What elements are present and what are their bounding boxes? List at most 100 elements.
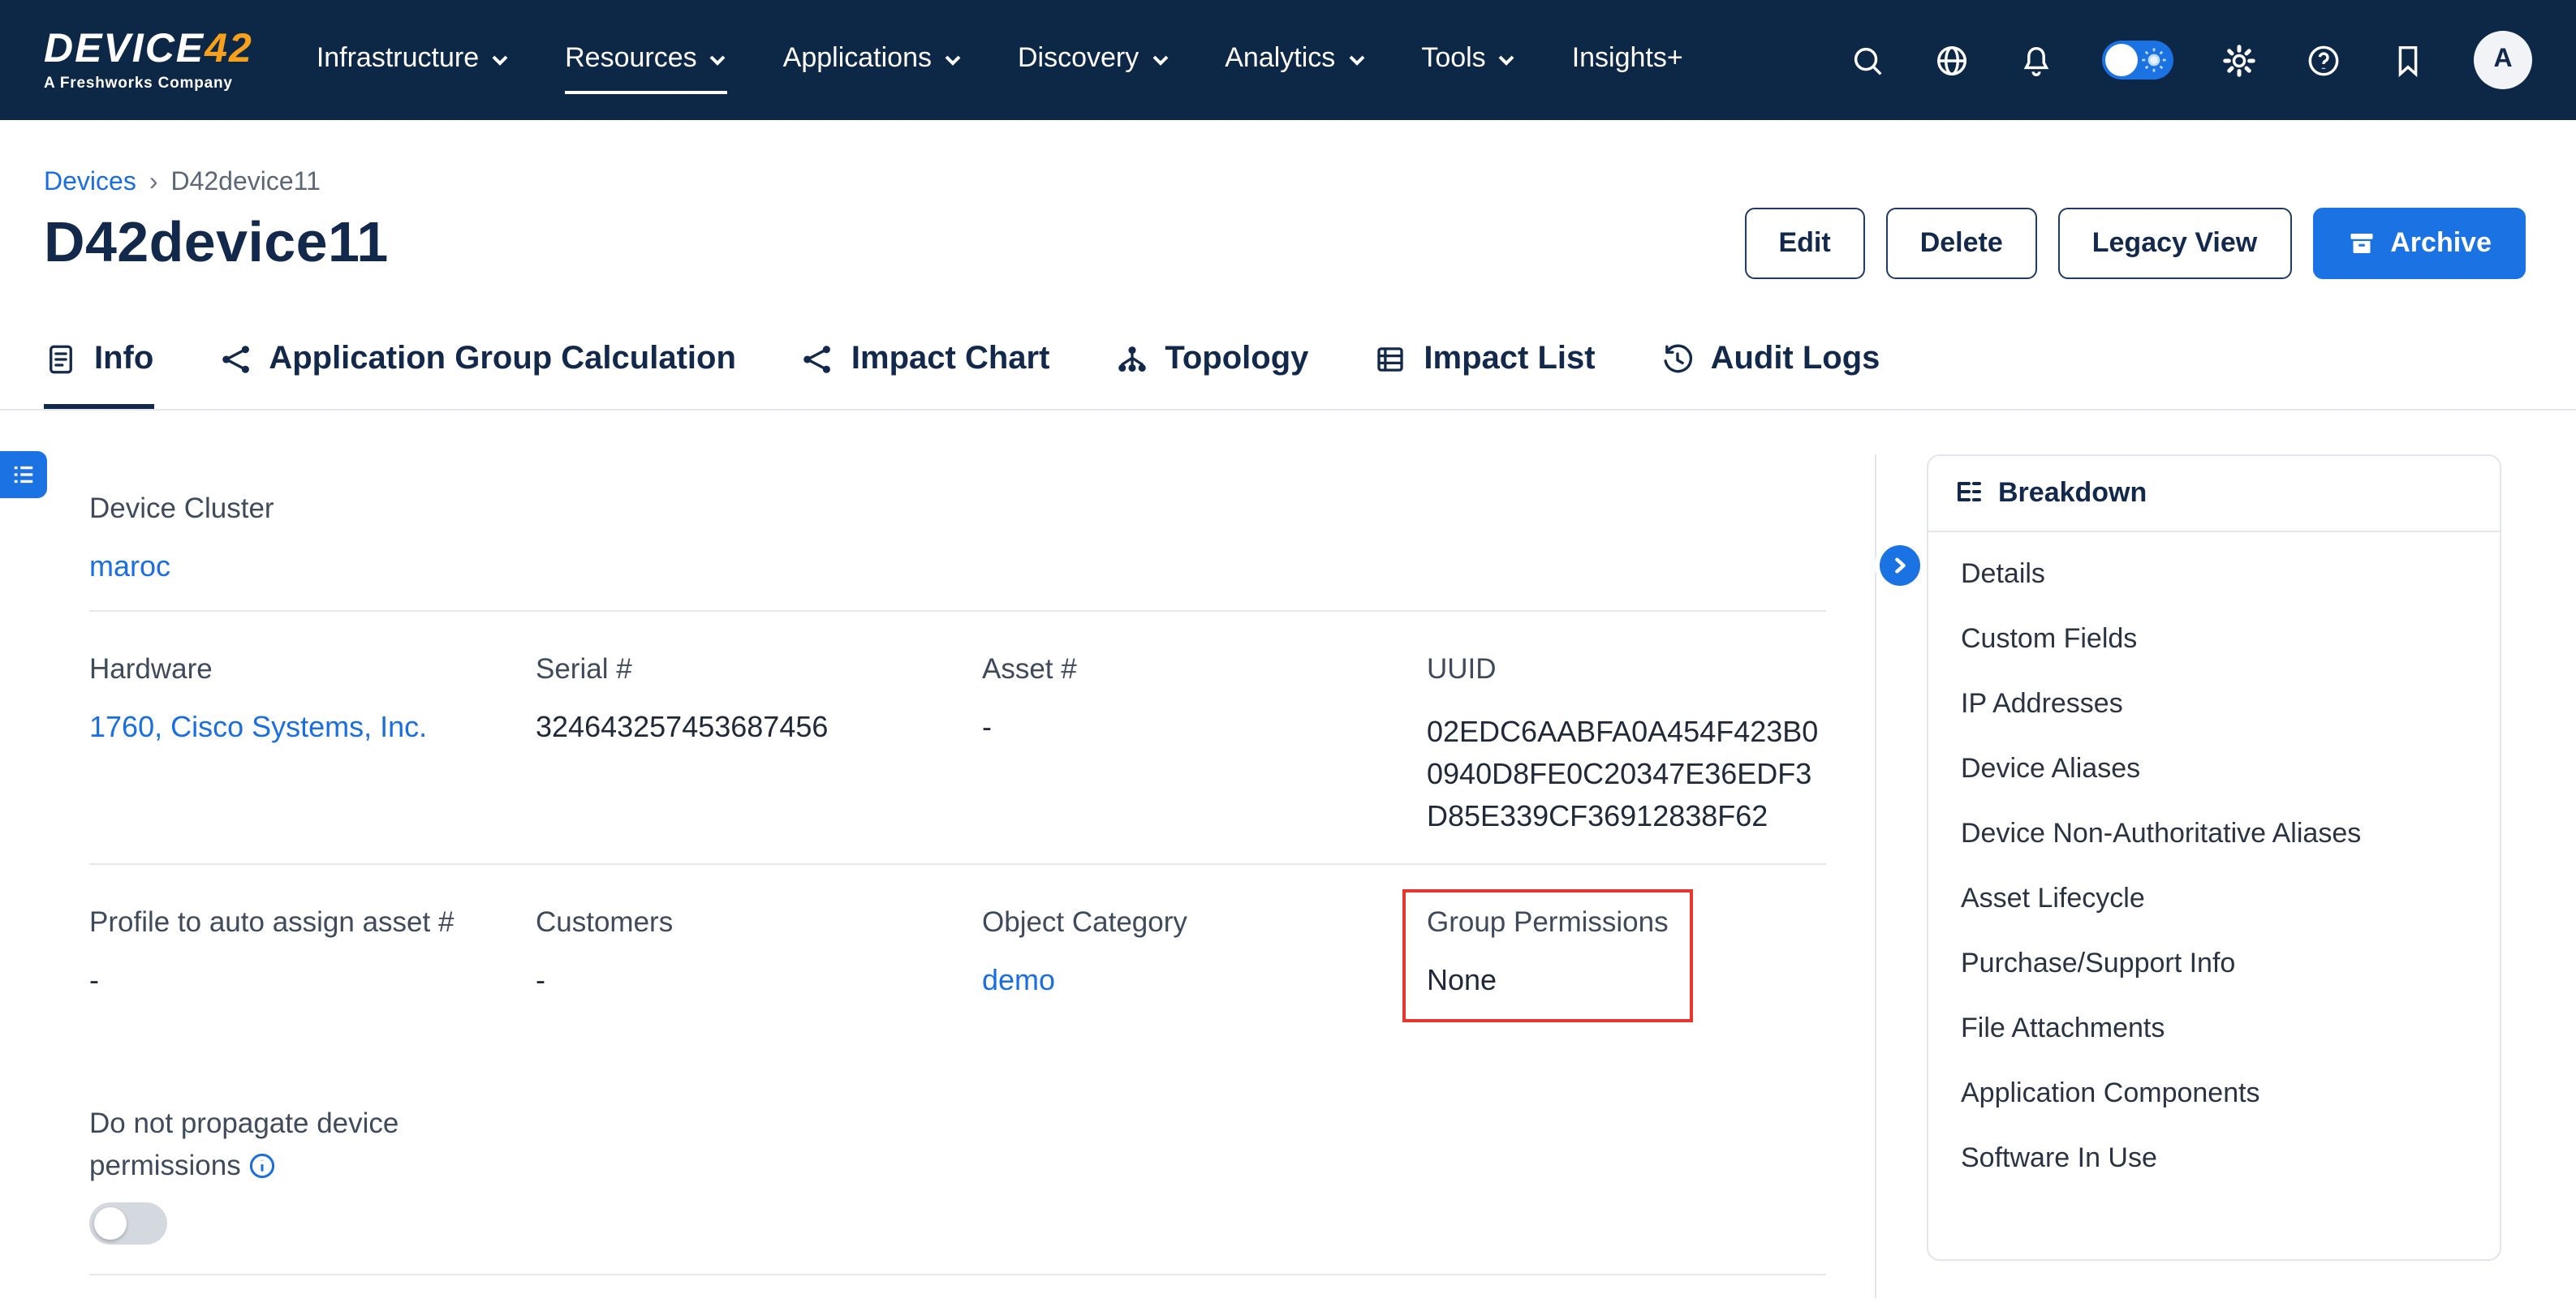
sitemap-icon (1114, 342, 1148, 376)
delete-button[interactable]: Delete (1886, 208, 2037, 279)
breadcrumb-devices-link[interactable]: Devices (44, 169, 136, 198)
search-icon[interactable] (1849, 41, 1886, 79)
field-label: Device Cluster (89, 492, 1826, 526)
logo-text-device: DEVICE (44, 26, 205, 71)
tab-info[interactable]: Info (44, 341, 153, 409)
tab-label: Audit Logs (1711, 341, 1880, 378)
title-row: D42device11 Edit Delete Legacy View Arch… (44, 208, 2526, 279)
nav-item-resources[interactable]: Resources (565, 26, 728, 94)
bell-icon[interactable] (2018, 41, 2055, 79)
nav-item-applications[interactable]: Applications (783, 26, 963, 94)
legacy-view-button[interactable]: Legacy View (2058, 208, 2292, 279)
panel-divider (1875, 454, 1876, 1298)
profile-auto-assign-field: Profile to auto assign asset # - (89, 905, 536, 998)
serial-value: 324643257453687456 (536, 711, 982, 745)
field-label: Customers (536, 905, 982, 940)
collapse-panel-button[interactable] (1880, 545, 1920, 586)
device-cluster-link[interactable]: maroc (89, 550, 1826, 584)
user-avatar[interactable]: A (2474, 31, 2532, 89)
globe-icon[interactable] (1933, 41, 1971, 79)
divider (89, 1274, 1826, 1275)
chevron-down-icon (943, 50, 963, 70)
nav-item-analytics[interactable]: Analytics (1225, 26, 1366, 94)
device-info-panel: Device Cluster maroc Hardware 1760, Cisc… (89, 458, 1826, 1275)
nav-item-discovery[interactable]: Discovery (1018, 26, 1170, 94)
group-permissions-field: Group Permissions None (1427, 905, 1826, 1022)
nav-label: Tools (1421, 42, 1485, 75)
chevron-down-icon (709, 50, 728, 70)
top-navigation-bar: DEVICE42 A Freshworks Company Infrastruc… (0, 0, 2576, 120)
tab-topology[interactable]: Topology (1114, 341, 1308, 409)
tab-label: Impact Chart (851, 341, 1050, 378)
bookmark-icon[interactable] (2389, 41, 2427, 79)
logo-tagline: A Freshworks Company (44, 76, 253, 92)
info-icon[interactable] (249, 1152, 277, 1180)
tab-label: Impact List (1424, 341, 1595, 378)
breakdown-item-ip-addresses[interactable]: IP Addresses (1928, 672, 2500, 737)
tab-audit-logs[interactable]: Audit Logs (1661, 341, 1880, 409)
chevron-down-icon (1346, 50, 1366, 70)
propagate-permissions-field: Do not propagate device permissions (89, 1102, 1826, 1245)
detail-tabs: Info Application Group Calculation Impac… (0, 312, 2576, 411)
chevron-down-icon (490, 50, 510, 70)
breakdown-item-device-non-authoritative-aliases[interactable]: Device Non-Authoritative Aliases (1928, 802, 2500, 867)
breakdown-list: Details Custom Fields IP Addresses Devic… (1928, 532, 2500, 1201)
profile-value: - (89, 964, 536, 998)
breakdown-item-purchase-support-info[interactable]: Purchase/Support Info (1928, 931, 2500, 996)
help-icon[interactable] (2305, 41, 2342, 79)
field-label: Hardware (89, 652, 536, 686)
history-clock-icon (1661, 342, 1695, 376)
nav-label: Infrastructure (317, 42, 479, 75)
theme-toggle[interactable] (2102, 41, 2173, 80)
avatar-initial: A (2493, 45, 2512, 75)
breakdown-item-custom-fields[interactable]: Custom Fields (1928, 607, 2500, 672)
gear-icon[interactable] (2221, 41, 2258, 79)
list-table-icon (1373, 342, 1407, 376)
breakdown-title: Breakdown (1998, 477, 2147, 510)
hardware-field: Hardware 1760, Cisco Systems, Inc. (89, 652, 536, 745)
side-panel-toggle-button[interactable] (0, 451, 47, 498)
nav-item-infrastructure[interactable]: Infrastructure (317, 26, 510, 94)
customers-field: Customers - (536, 905, 982, 998)
archive-button-label: Archive (2390, 227, 2492, 260)
asset-field: Asset # - (982, 652, 1427, 745)
propagate-permissions-label: Do not propagate device permissions (89, 1102, 469, 1186)
nav-item-insights[interactable]: Insights+ (1572, 26, 1683, 94)
tab-label: Application Group Calculation (269, 341, 736, 378)
breakdown-header: Breakdown (1928, 456, 2500, 532)
toggle-knob (2105, 44, 2138, 76)
propagate-permissions-toggle[interactable] (89, 1202, 167, 1245)
hardware-link[interactable]: 1760, Cisco Systems, Inc. (89, 711, 536, 745)
device42-logo[interactable]: DEVICE42 A Freshworks Company (44, 29, 253, 92)
breakdown-item-details[interactable]: Details (1928, 542, 2500, 607)
toggle-knob (94, 1207, 127, 1240)
breakdown-item-device-aliases[interactable]: Device Aliases (1928, 737, 2500, 802)
breakdown-item-file-attachments[interactable]: File Attachments (1928, 996, 2500, 1061)
breakdown-item-software-in-use[interactable]: Software In Use (1928, 1126, 2500, 1191)
nav-item-tools[interactable]: Tools (1421, 26, 1516, 94)
tab-impact-list[interactable]: Impact List (1373, 341, 1595, 409)
breakdown-item-asset-lifecycle[interactable]: Asset Lifecycle (1928, 867, 2500, 931)
device-cluster-field: Device Cluster maroc (89, 458, 1826, 610)
breakdown-item-application-components[interactable]: Application Components (1928, 1061, 2500, 1126)
edit-button[interactable]: Edit (1744, 208, 1864, 279)
nav-label: Resources (565, 42, 697, 75)
nav-label: Analytics (1225, 42, 1335, 75)
share-nodes-icon (218, 342, 252, 376)
field-label: Group Permissions (1427, 905, 1669, 940)
app-viewport: DEVICE42 A Freshworks Company Infrastruc… (0, 0, 2576, 1316)
tab-label: Topology (1165, 341, 1308, 378)
permissions-info-row: Profile to auto assign asset # - Custome… (89, 865, 1826, 1048)
chevron-right-icon (1891, 557, 1909, 574)
share-nodes-icon (801, 342, 835, 376)
field-label: Asset # (982, 652, 1427, 686)
object-category-link[interactable]: demo (982, 964, 1427, 998)
asset-value: - (982, 711, 1427, 745)
field-label: Profile to auto assign asset # (89, 905, 536, 940)
list-icon (11, 462, 36, 487)
list-tree-icon (1954, 479, 1984, 508)
tab-impact-chart[interactable]: Impact Chart (801, 341, 1050, 409)
uuid-field: UUID 02EDC6AABFA0A454F423B00940D8FE0C203… (1427, 652, 1826, 837)
tab-application-group-calculation[interactable]: Application Group Calculation (218, 341, 736, 409)
archive-button[interactable]: Archive (2312, 208, 2526, 279)
